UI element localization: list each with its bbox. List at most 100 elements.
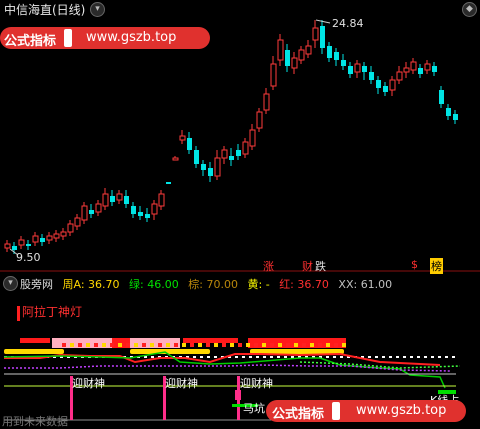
annotation-3: 迎财神 [240,377,273,390]
candle-body [124,196,129,204]
candle-body [376,80,381,88]
dotted-mark [193,356,196,358]
annotation-2: 迎财神 [165,377,198,390]
dotted-mark [277,356,280,358]
candle-body [95,203,102,213]
dotted-mark [249,356,252,358]
candle-body [285,50,290,66]
dotted-mark [200,356,203,358]
candle-body [354,63,361,73]
stripe-dash [126,343,130,347]
field-weekA: 周A: 36.70 [62,278,120,291]
stripe-dash [150,343,154,347]
signal-rank: 榜 [430,258,443,274]
annotation-pit: 马坑 [243,402,265,415]
candle-body [67,223,74,233]
candle-body [256,111,263,129]
brand-separator-bottom [332,402,340,420]
dotted-mark [333,356,336,358]
stripe-dash [166,343,170,347]
stripe-dash [190,343,194,347]
dotted-mark [207,356,210,358]
candle-body [298,49,305,61]
stripe-dash [238,343,242,347]
stripe-dash [110,343,114,347]
stripe-dash [254,343,258,347]
candle-body [221,149,228,159]
dotted-mark [375,356,378,358]
candlesticks [4,20,458,254]
candle-body [396,71,403,81]
candle-body [131,206,136,214]
stripe-dash [86,343,90,347]
stripe-dash [326,343,330,347]
candle-body [201,164,206,170]
candle-body [40,238,45,242]
candle-body [187,138,192,150]
stripe-dash [70,343,74,347]
signal-down: 跌 [315,260,326,273]
high-price-label: 24.84 [332,17,364,30]
candle-body [208,168,213,176]
candle-body [439,90,444,104]
aladdin-lamp-label: 阿拉丁神灯 [22,305,83,319]
candle-body [320,26,325,48]
stripe-dash [102,343,106,347]
candle-body [334,52,339,60]
brand-badge-bottom[interactable]: 公式指标 www.gszb.top [266,400,466,422]
candle-body [453,114,458,120]
dotted-mark [284,356,287,358]
stripe-dash [270,343,274,347]
candle-body [102,193,109,207]
candle-body [383,86,388,92]
dotted-mark [396,356,399,358]
candle-body [424,63,431,71]
annotation-1: 迎财神 [72,377,105,390]
low-price-label: 9.50 [16,251,41,264]
stripe-dash [262,343,266,347]
stripe-dash [118,343,122,347]
candle-body [362,66,367,72]
brand-label-bottom: 公式指标 [272,407,325,422]
dotted-mark [438,356,441,358]
candle-body [158,193,165,207]
stripe-dash [334,343,338,347]
dotted-mark [256,356,259,358]
candle-body [116,193,123,201]
candle-body [145,214,150,218]
indicator-name: 股旁网 [20,278,53,291]
dotted-mark [270,356,273,358]
stripe-dash [94,343,98,347]
stripe-dash [174,343,178,347]
candle-body [18,239,25,246]
stripe-dash [182,343,186,347]
candle-body [403,67,410,73]
brand-url-bottom[interactable]: www.gszb.top [356,403,446,418]
candle-body [291,57,298,69]
dotted-mark [144,356,147,358]
candle-body [81,205,88,221]
field-green: 绿: 46.00 [129,278,179,291]
candle-body [263,93,270,111]
field-yellow: 黄: - [247,278,270,291]
candle-body [89,210,94,214]
dotted-mark [368,356,371,358]
candle-body [418,68,423,74]
dotted-mark [389,356,392,358]
dotted-mark [235,356,238,358]
stripe-dash [342,343,346,347]
dotted-mark [431,356,434,358]
candle-body [242,141,249,155]
candle-body [305,45,312,55]
stripe-dash [302,343,306,347]
candle-body [312,27,319,41]
dotted-mark [424,356,427,358]
dotted-mark [151,356,154,358]
indicator-header: 股旁网 周A: 36.70 绿: 46.00 棕: 70.00 黄: - 红: … [20,276,398,291]
stripe-dash [294,343,298,347]
stripe-dash [158,343,162,347]
dotted-mark [263,356,266,358]
candle-body [12,246,17,250]
indicator-menu-icon[interactable]: ▾ [3,276,18,291]
candle-body [369,72,374,80]
